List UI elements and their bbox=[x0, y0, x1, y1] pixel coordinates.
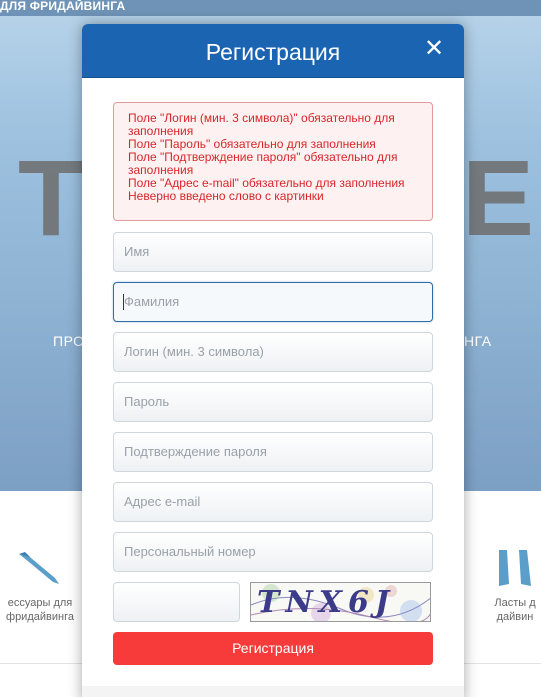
register-button[interactable]: Регистрация bbox=[113, 632, 433, 665]
category-fins-line1: Ласты д bbox=[494, 597, 536, 609]
personal-number-field[interactable]: Персональный номер bbox=[113, 532, 433, 572]
modal-header: Регистрация ✕ bbox=[82, 24, 464, 78]
last-name-field[interactable]: Фамилия bbox=[113, 282, 433, 322]
login-field[interactable]: Логин (мин. 3 символа) bbox=[113, 332, 433, 372]
captcha-text: TNX6J bbox=[257, 585, 396, 620]
error-message-box: Поле "Логин (мин. 3 символа)" обязательн… bbox=[113, 102, 433, 221]
password-field[interactable]: Пароль bbox=[113, 382, 433, 422]
error-message: Поле "Логин (мин. 3 символа)" обязательн… bbox=[128, 111, 395, 138]
email-field[interactable]: Адрес e-mail bbox=[113, 482, 433, 522]
captcha-image: TNX6J bbox=[250, 582, 431, 622]
modal-footer bbox=[82, 686, 464, 697]
captcha-input[interactable] bbox=[113, 582, 240, 622]
error-message: Поле "Подтверждение пароля" обязательно … bbox=[128, 150, 398, 177]
fins-icon bbox=[499, 550, 531, 586]
registration-modal: Регистрация ✕ Поле "Логин (мин. 3 символ… bbox=[82, 24, 464, 697]
password-confirm-field[interactable]: Подтверждение пароля bbox=[113, 432, 433, 472]
top-bar-text: ДЛЯ ФРИДАЙВИНГА bbox=[0, 0, 126, 13]
category-fins[interactable]: Ласты д дайвин bbox=[480, 548, 541, 624]
first-name-field[interactable]: Имя bbox=[113, 232, 433, 272]
top-bar: ДЛЯ ФРИДАЙВИНГА bbox=[0, 0, 541, 16]
category-fins-line2: дайвин bbox=[496, 611, 534, 623]
close-icon[interactable]: ✕ bbox=[422, 37, 446, 61]
hero-logo-right: E bbox=[462, 137, 535, 258]
category-accessories-line2: фридайвинга bbox=[6, 611, 74, 623]
category-accessories[interactable]: ессуары для фридайвинга bbox=[0, 548, 80, 624]
modal-title: Регистрация bbox=[205, 39, 341, 65]
category-accessories-line1: ессуары для bbox=[7, 597, 73, 609]
hero-logo-left: T bbox=[18, 137, 84, 258]
hero-tagline-right: НГА bbox=[464, 333, 492, 349]
error-message: Неверно введено слово с картинки bbox=[128, 189, 324, 203]
hero-tagline-left: ПРО bbox=[53, 333, 85, 349]
knife-icon bbox=[19, 552, 59, 584]
